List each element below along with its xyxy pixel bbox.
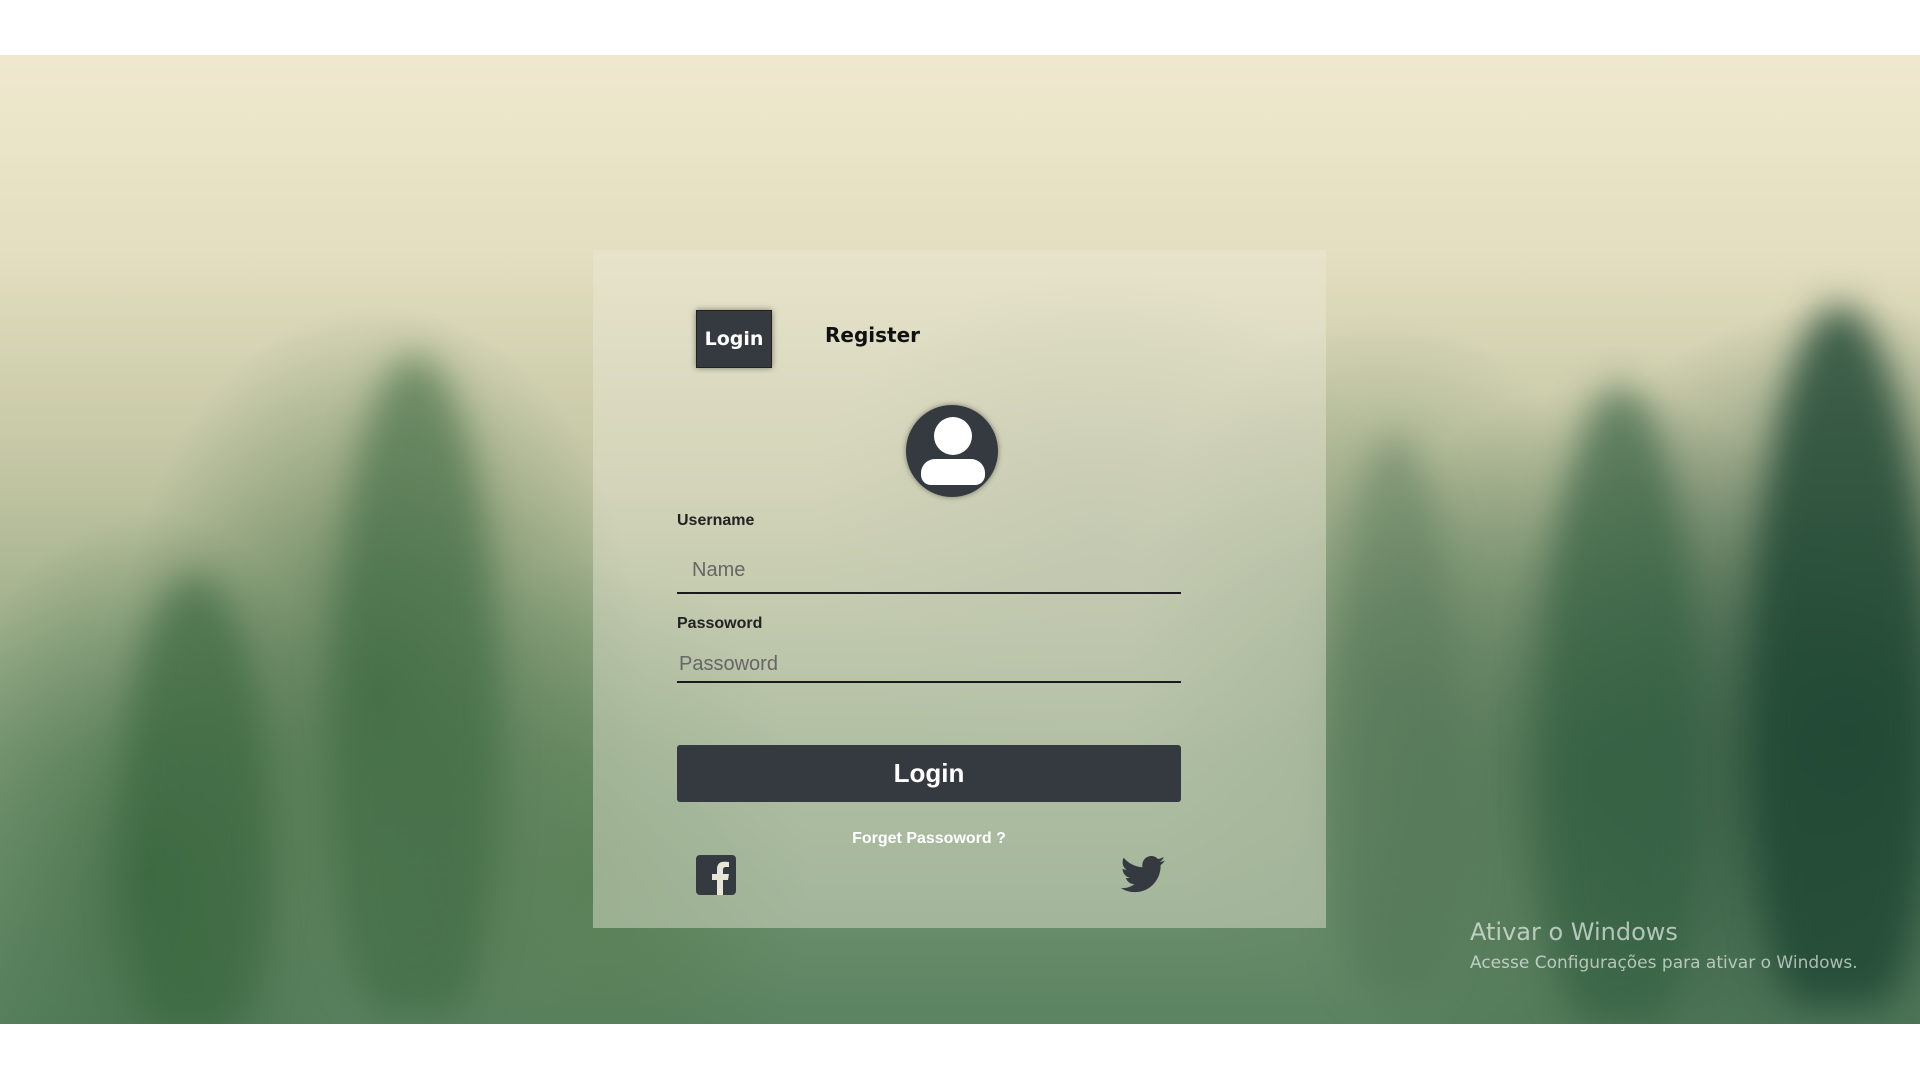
tree-silhouette: [1330, 435, 1460, 995]
username-label: Username: [677, 512, 755, 529]
forgot-password-link[interactable]: Forget Passoword ?: [677, 830, 1181, 848]
username-input[interactable]: [677, 548, 1181, 594]
facebook-icon[interactable]: [696, 855, 736, 895]
password-input[interactable]: [677, 647, 1181, 683]
avatar-body: [921, 459, 985, 485]
tree-silhouette: [1750, 305, 1920, 1005]
tree-silhouette: [120, 575, 270, 1024]
tree-silhouette: [330, 355, 500, 1015]
tab-register[interactable]: Register: [825, 323, 920, 347]
windows-activation-title: Ativar o Windows: [1470, 918, 1678, 946]
avatar-head: [934, 417, 972, 455]
login-button[interactable]: Login: [677, 745, 1181, 802]
windows-activation-subtitle: Acesse Configurações para ativar o Windo…: [1470, 953, 1858, 973]
twitter-icon[interactable]: [1120, 855, 1166, 895]
login-card: Login Register Username Passoword Login …: [593, 250, 1326, 928]
tab-login[interactable]: Login: [696, 310, 772, 368]
user-avatar-icon: [906, 405, 998, 497]
password-label: Passoword: [677, 615, 763, 632]
